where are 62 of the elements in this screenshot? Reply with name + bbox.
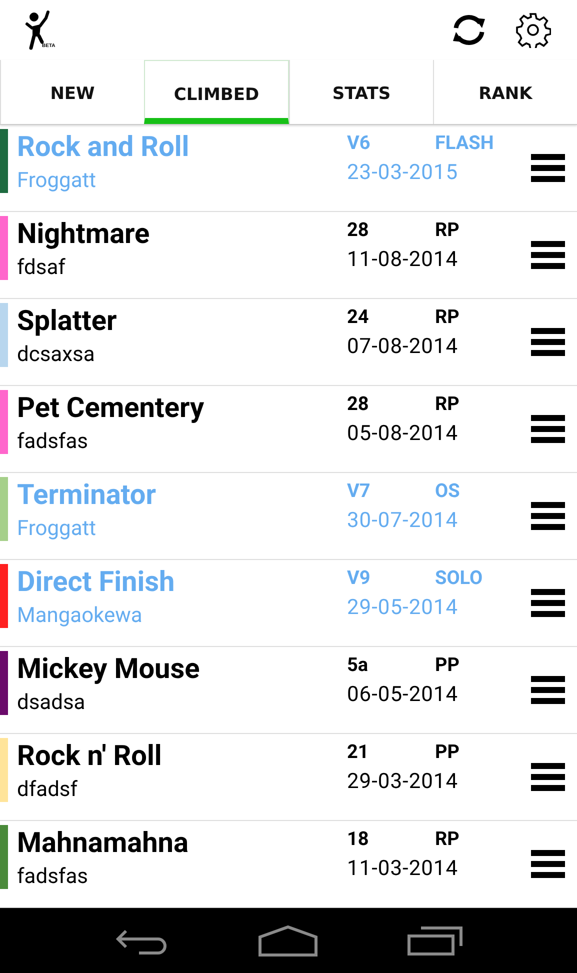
menu-icon[interactable] <box>531 153 565 183</box>
crag-name: dfadsf <box>17 777 79 804</box>
ascent-style: RP <box>435 304 460 330</box>
grade: 28 <box>347 217 370 243</box>
ascent-style: PP <box>435 739 460 765</box>
menu-icon[interactable] <box>531 849 565 879</box>
crag-name: Froggatt <box>17 168 97 195</box>
menu-icon[interactable] <box>531 588 565 618</box>
climb-date: 05-08-2014 <box>347 421 460 448</box>
climb-name: Splatter <box>17 303 118 339</box>
ascent-style: RP <box>435 217 460 243</box>
tab[interactable]: STATS <box>289 60 433 124</box>
grade: 24 <box>347 304 370 330</box>
grade: 5a <box>347 652 370 678</box>
climb-date: 29-05-2014 <box>347 595 460 622</box>
crag-name: Mangaokewa <box>17 603 144 630</box>
climb-name: Direct Finish <box>17 564 176 600</box>
climb-date: 11-08-2014 <box>347 247 460 274</box>
tab[interactable]: CLIMBED <box>144 60 289 124</box>
ascent-style: SOLO <box>435 565 484 591</box>
climb-date: 11-03-2014 <box>347 856 460 883</box>
menu-icon[interactable] <box>531 675 565 705</box>
climb-date: 06-05-2014 <box>347 682 460 709</box>
climb-name: Rock n' Roll <box>17 738 163 774</box>
crag-name: Froggatt <box>17 516 97 543</box>
climb-date: 07-08-2014 <box>347 334 460 361</box>
climb-name: Mahnamahna <box>17 825 190 861</box>
crag-name: fdsaf <box>17 255 66 282</box>
refresh-icon[interactable] <box>451 12 487 48</box>
menu-icon[interactable] <box>531 240 565 270</box>
grade: V6 <box>347 130 372 156</box>
crag-name: fadsfas <box>17 864 89 891</box>
ascent-style: RP <box>435 391 460 417</box>
grade: V9 <box>347 565 372 591</box>
climb-name: Rock and Roll <box>17 129 190 165</box>
climb-date: 23-03-2015 <box>347 160 460 187</box>
tab[interactable]: NEW <box>0 60 144 124</box>
crag-name: fadsfas <box>17 429 89 456</box>
home-icon[interactable] <box>258 924 318 956</box>
climb-date: 30-07-2014 <box>347 508 460 535</box>
climb-name: Nightmare <box>17 216 151 252</box>
menu-icon[interactable] <box>531 414 565 444</box>
ascent-style: RP <box>435 826 460 852</box>
climb-name: Pet Cementery <box>17 390 206 426</box>
grade: V7 <box>347 478 372 504</box>
settings-icon[interactable] <box>515 12 551 48</box>
ascent-style: PP <box>435 652 460 678</box>
ascent-style: OS <box>435 478 461 504</box>
grade: 28 <box>347 391 370 417</box>
climb-name: Terminator <box>17 477 157 513</box>
ascent-style: FLASH <box>435 130 495 156</box>
tab[interactable]: RANK <box>433 60 577 124</box>
climb-date: 29-03-2014 <box>347 769 460 796</box>
crag-name: dsadsa <box>17 690 86 717</box>
menu-icon[interactable] <box>531 501 565 531</box>
menu-icon[interactable] <box>531 327 565 357</box>
recent-apps-icon[interactable] <box>406 926 463 956</box>
crag-name: dcsaxsa <box>17 342 96 369</box>
menu-icon[interactable] <box>531 762 565 792</box>
grade: 21 <box>347 739 370 765</box>
climb-name: Mickey Mouse <box>17 651 201 687</box>
grade: 18 <box>347 826 370 852</box>
